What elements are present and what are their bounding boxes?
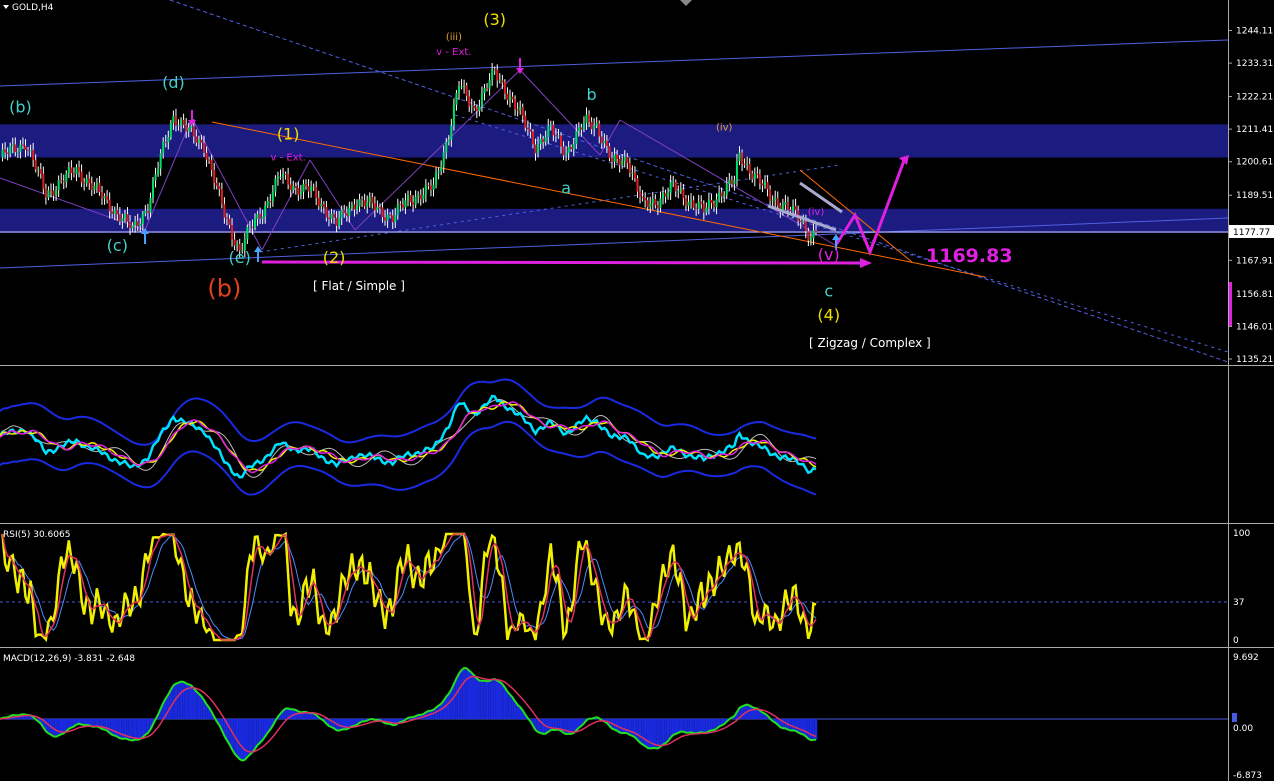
wave-label: (2) bbox=[323, 248, 346, 267]
symbol-label: GOLD,H4 bbox=[12, 3, 54, 13]
flat-pattern-label: [ Flat / Simple ] bbox=[313, 279, 405, 293]
rsi-title: RSI(5) 30.6065 bbox=[3, 530, 70, 540]
price-tick-label: 1146.01 bbox=[1236, 322, 1273, 332]
wave-label: b bbox=[587, 85, 597, 104]
current-price-label: 1177.77 bbox=[1233, 228, 1270, 238]
wave-label: (iv) bbox=[808, 207, 825, 218]
wave-label: (b) bbox=[207, 274, 241, 302]
zigzag-pattern-label: [ Zigzag / Complex ] bbox=[809, 336, 931, 350]
wave-label: (b) bbox=[9, 97, 32, 116]
macd-scale-marker bbox=[1232, 713, 1237, 722]
resistance-zone[interactable] bbox=[0, 124, 1228, 158]
price-tick-label: 1211.41 bbox=[1236, 125, 1273, 135]
price-tick-label: 1244.11 bbox=[1236, 27, 1273, 37]
macd-axis-label: 0.00 bbox=[1233, 724, 1253, 734]
macd-title: MACD(12,26,9) -3.831 -2.648 bbox=[3, 654, 135, 664]
resistance-zone[interactable] bbox=[0, 208, 1228, 233]
scale-marker bbox=[1229, 282, 1232, 326]
price-tick-label: 1156.81 bbox=[1236, 290, 1273, 300]
wave-label: a bbox=[561, 179, 571, 198]
wave-label: (c) bbox=[107, 236, 128, 255]
target-price-label: 1169.83 bbox=[926, 245, 1013, 267]
wave-label: (v) bbox=[818, 245, 840, 264]
wave-label: (3) bbox=[483, 10, 506, 29]
price-tick-label: 1167.91 bbox=[1236, 256, 1273, 266]
price-tick-label: 1189.51 bbox=[1236, 191, 1273, 201]
wave-label: c bbox=[824, 281, 833, 300]
price-tick-label: 1135.21 bbox=[1236, 355, 1273, 365]
price-tick-label: 1200.61 bbox=[1236, 158, 1273, 168]
wave-label: (d) bbox=[162, 73, 185, 92]
macd-axis-label: -6.873 bbox=[1233, 771, 1262, 781]
wave-label: (4) bbox=[817, 305, 840, 324]
rsi-axis-label: 37 bbox=[1233, 598, 1244, 608]
wave-label: (iv) bbox=[716, 122, 733, 133]
rsi-axis-label: 100 bbox=[1233, 529, 1250, 539]
macd-axis-label: 9.692 bbox=[1233, 653, 1259, 663]
wave-label: v - Ext. bbox=[271, 153, 306, 164]
price-tick-label: 1233.31 bbox=[1236, 59, 1273, 69]
wave-label: (iii) bbox=[446, 32, 462, 43]
wave-label: (1) bbox=[277, 124, 300, 143]
current-price-badge: 1177.77 bbox=[1229, 225, 1274, 238]
chart-root: (b) (c) (d) (e) (b) (1) v - Ext. (2) (3) (iii) v -… bbox=[0, 0, 1274, 781]
rsi-axis-label: 0 bbox=[1233, 636, 1239, 646]
price-tick-label: 1222.21 bbox=[1236, 93, 1273, 103]
wave-label: v - Ext. bbox=[436, 47, 471, 58]
target-arrow-line[interactable] bbox=[261, 260, 861, 265]
wave-label: (e) bbox=[229, 248, 251, 267]
